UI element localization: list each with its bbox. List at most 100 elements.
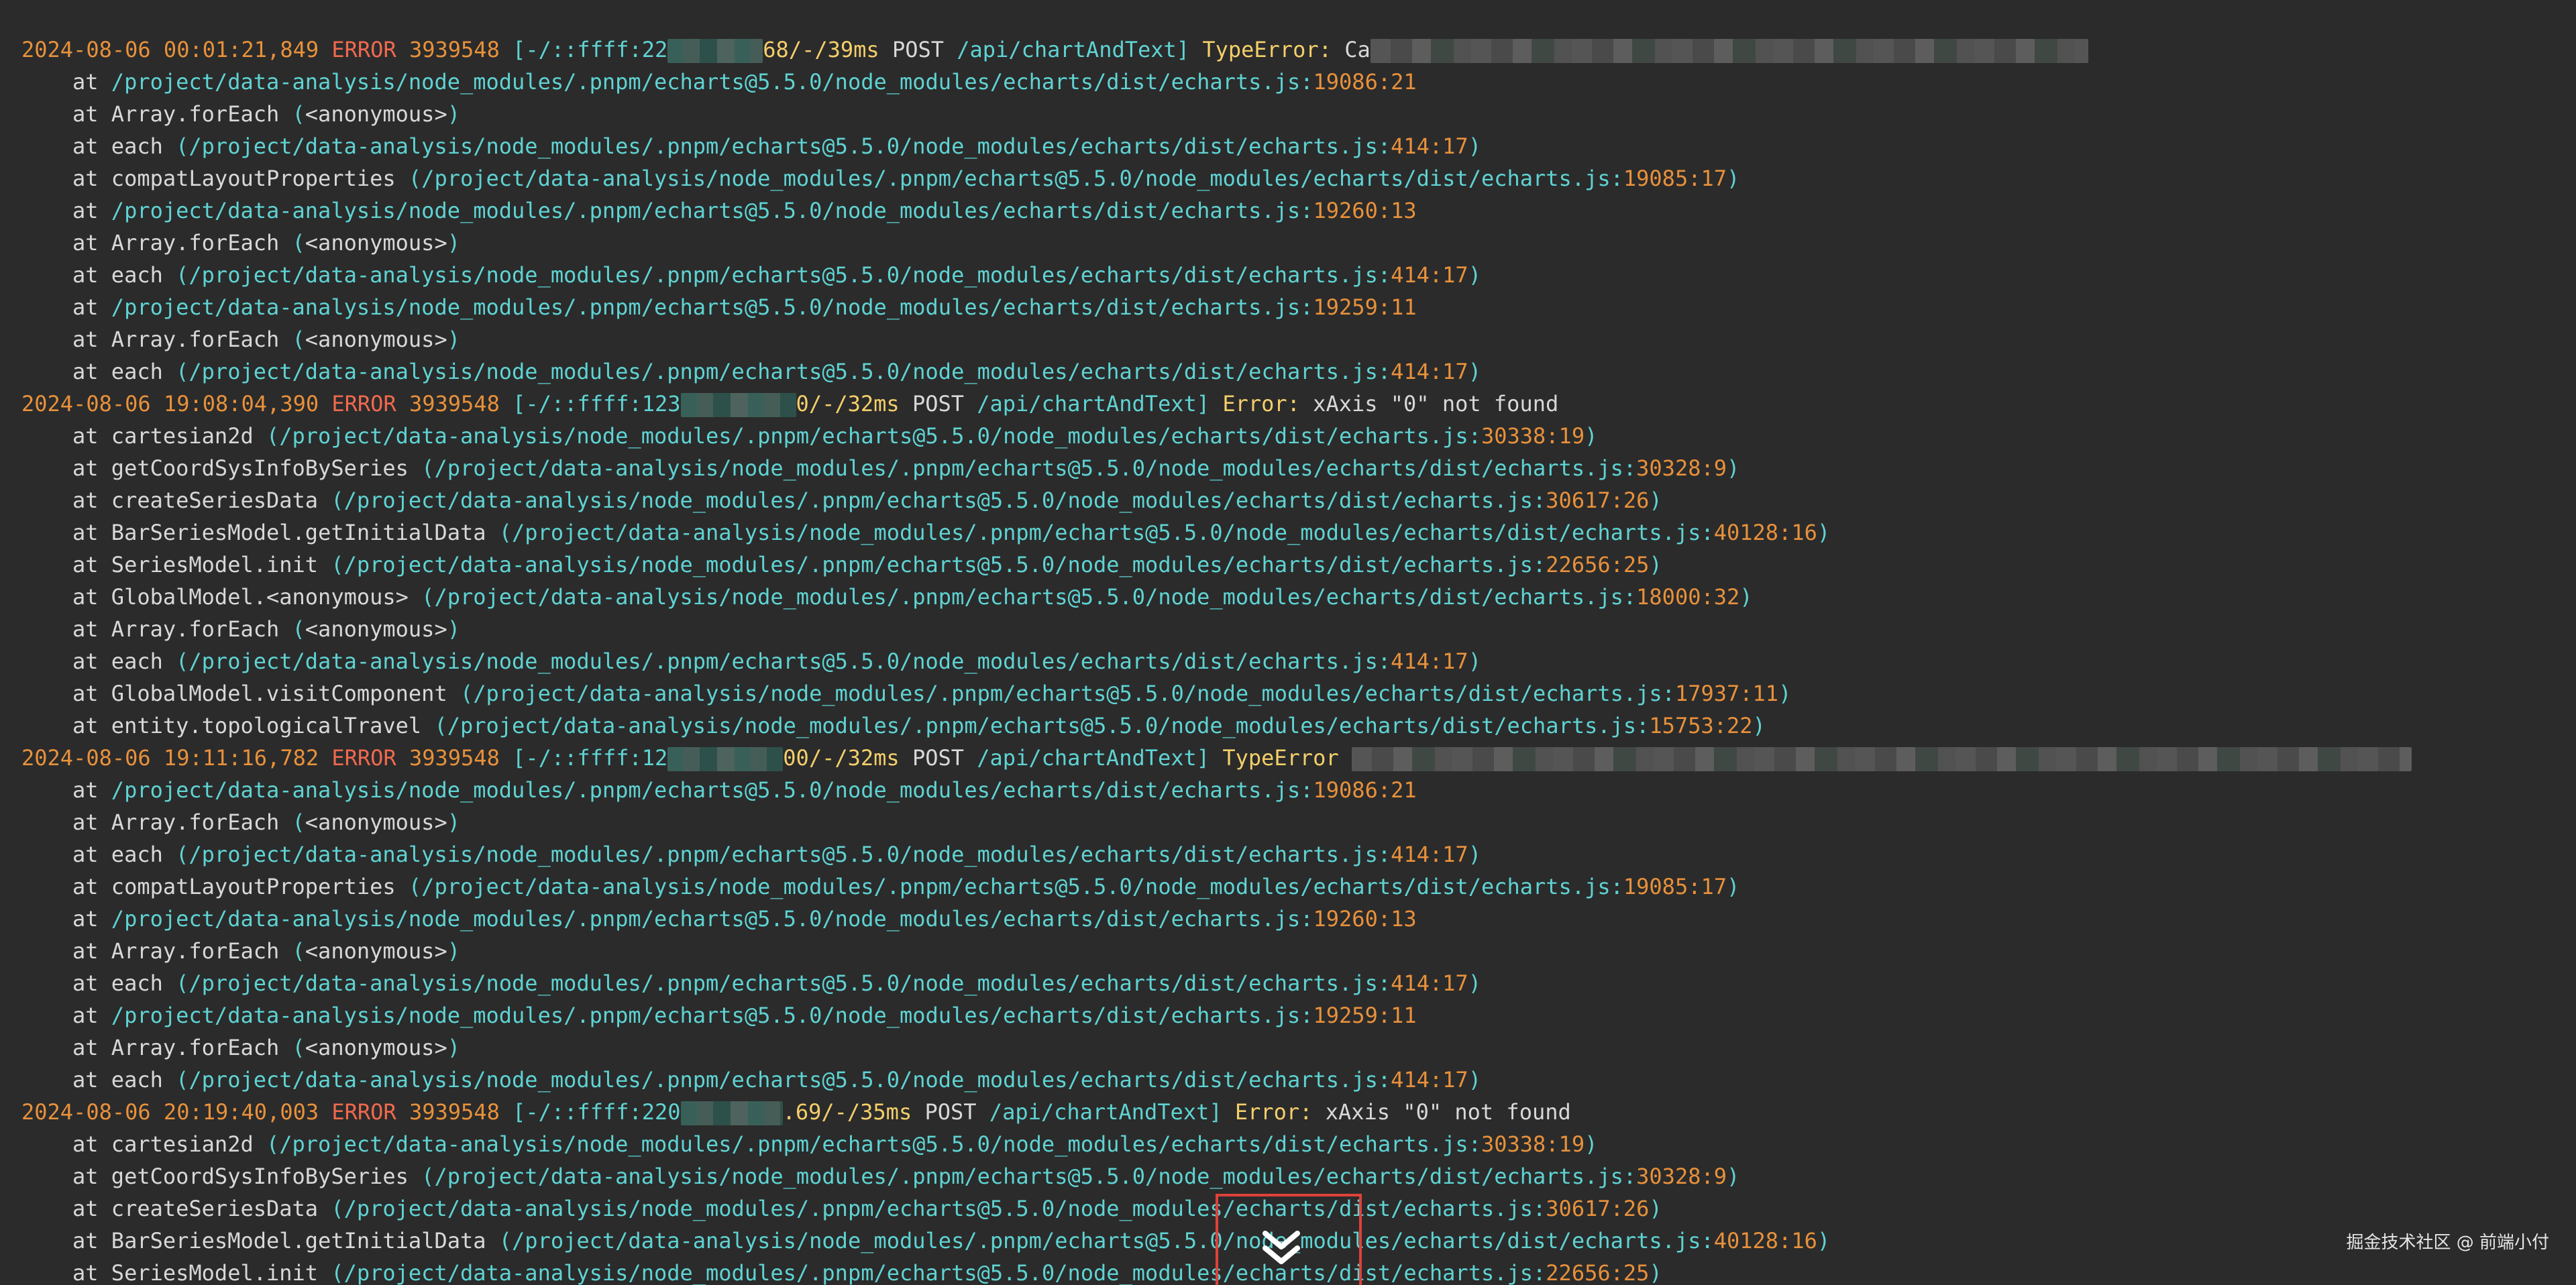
frame-path[interactable]: <anonymous> bbox=[305, 616, 447, 642]
frame-path[interactable]: <anonymous> bbox=[305, 230, 447, 256]
frame-path[interactable]: /project/data-analysis/node_modules/.pnp… bbox=[189, 262, 1391, 288]
stack-frame: at cartesian2d (/project/data-analysis/n… bbox=[72, 1131, 1598, 1157]
frame-line-col: 19085:17 bbox=[1623, 166, 1727, 191]
stack-frame: at /project/data-analysis/node_modules/.… bbox=[0, 774, 2576, 806]
frame-path[interactable]: /project/data-analysis/node_modules/.pnp… bbox=[111, 777, 1313, 803]
stack-frame: at each (/project/data-analysis/node_mod… bbox=[72, 649, 1481, 674]
frame-line-col: 40128:16 bbox=[1713, 520, 1817, 545]
terminal-output[interactable]: 2024-08-06 00:01:21,849 ERROR 3939548 [-… bbox=[0, 0, 2576, 1285]
frame-function: GlobalModel.<anonymous> bbox=[111, 584, 409, 610]
frame-at-keyword: at bbox=[72, 230, 111, 256]
frame-path[interactable]: <anonymous> bbox=[305, 938, 447, 964]
frame-line-col: 19085:17 bbox=[1623, 874, 1727, 899]
frame-at-keyword: at bbox=[72, 649, 111, 674]
stack-frame: at createSeriesData (/project/data-analy… bbox=[72, 488, 1662, 513]
frame-path[interactable]: /project/data-analysis/node_modules/.pnp… bbox=[279, 423, 1481, 449]
frame-path[interactable]: /project/data-analysis/node_modules/.pnp… bbox=[111, 69, 1313, 95]
frame-path[interactable]: /project/data-analysis/node_modules/.pnp… bbox=[111, 294, 1313, 320]
frame-line-col: 17937:11 bbox=[1674, 681, 1779, 706]
stack-frame: at cartesian2d (/project/data-analysis/n… bbox=[72, 423, 1598, 449]
frame-at-keyword: at bbox=[72, 1131, 111, 1157]
frame-function: cartesian2d bbox=[111, 1131, 254, 1157]
frame-path[interactable]: /project/data-analysis/node_modules/.pnp… bbox=[189, 133, 1391, 159]
frame-function: each bbox=[111, 842, 163, 867]
frame-path[interactable]: <anonymous> bbox=[305, 1035, 447, 1060]
frame-path[interactable]: /project/data-analysis/node_modules/.pnp… bbox=[111, 198, 1313, 223]
frame-at-keyword: at bbox=[72, 1164, 111, 1189]
scroll-to-bottom-button[interactable] bbox=[1254, 1225, 1308, 1272]
frame-at-keyword: at bbox=[72, 520, 111, 545]
frame-function: BarSeriesModel.getInitialData bbox=[111, 520, 486, 545]
frame-function: Array.forEach bbox=[111, 616, 280, 642]
stack-frame: at Array.forEach (<anonymous>) bbox=[72, 1035, 460, 1060]
frame-path[interactable]: /project/data-analysis/node_modules/.pnp… bbox=[434, 455, 1636, 481]
frame-at-keyword: at bbox=[72, 1228, 111, 1253]
frame-path[interactable]: /project/data-analysis/node_modules/.pnp… bbox=[344, 1260, 1546, 1285]
frame-path[interactable]: /project/data-analysis/node_modules/.pnp… bbox=[189, 1067, 1391, 1093]
frame-line-col: 19259:11 bbox=[1313, 294, 1417, 320]
stack-frame: at entity.topologicalTravel (/project/da… bbox=[72, 713, 1766, 738]
frame-function: cartesian2d bbox=[111, 423, 254, 449]
log-pid: 3939548 bbox=[409, 1099, 500, 1125]
request-path: /api/chartAndText] bbox=[957, 37, 1190, 62]
frame-path[interactable]: /project/data-analysis/node_modules/.pnp… bbox=[344, 1196, 1546, 1221]
request-suffix: .69/-/35ms bbox=[782, 1099, 912, 1125]
stack-frame: at GlobalModel.visitComponent (/project/… bbox=[72, 681, 1792, 706]
redacted-error-message bbox=[1351, 747, 2412, 771]
frame-path[interactable]: <anonymous> bbox=[305, 101, 447, 127]
frame-path[interactable]: /project/data-analysis/node_modules/.pnp… bbox=[434, 1164, 1636, 1189]
frame-at-keyword: at bbox=[72, 327, 111, 352]
frame-at-keyword: at bbox=[72, 455, 111, 481]
request-suffix: 68/-/39ms bbox=[763, 37, 879, 62]
frame-path[interactable]: /project/data-analysis/node_modules/.pnp… bbox=[421, 166, 1623, 191]
frame-path[interactable]: /project/data-analysis/node_modules/.pnp… bbox=[344, 488, 1546, 513]
frame-line-col: 15753:22 bbox=[1649, 713, 1753, 738]
frame-line-col: 30328:9 bbox=[1636, 455, 1727, 481]
frame-path[interactable]: /project/data-analysis/node_modules/.pnp… bbox=[189, 649, 1391, 674]
frame-function: Array.forEach bbox=[111, 1035, 280, 1060]
stack-frame: at each (/project/data-analysis/node_mod… bbox=[72, 842, 1481, 867]
frame-path[interactable]: /project/data-analysis/node_modules/.pnp… bbox=[512, 1228, 1714, 1253]
frame-path[interactable]: <anonymous> bbox=[305, 327, 447, 352]
stack-frame: at Array.forEach (<anonymous>) bbox=[72, 230, 460, 256]
frame-at-keyword: at bbox=[72, 1003, 111, 1028]
log-pid: 3939548 bbox=[409, 745, 500, 771]
frame-path[interactable]: /project/data-analysis/node_modules/.pnp… bbox=[189, 359, 1391, 384]
frame-path[interactable]: /project/data-analysis/node_modules/.pnp… bbox=[279, 1131, 1481, 1157]
frame-at-keyword: at bbox=[72, 101, 111, 127]
error-type: TypeError bbox=[1222, 745, 1339, 771]
frame-path[interactable]: /project/data-analysis/node_modules/.pnp… bbox=[344, 552, 1546, 577]
stack-frame: at Array.forEach (<anonymous>) bbox=[72, 938, 460, 964]
frame-function: SeriesModel.init bbox=[111, 1260, 319, 1285]
frame-path[interactable]: /project/data-analysis/node_modules/.pnp… bbox=[111, 906, 1313, 932]
frame-path[interactable]: /project/data-analysis/node_modules/.pnp… bbox=[189, 842, 1391, 867]
stack-frame: at GlobalModel.<anonymous> (/project/dat… bbox=[72, 584, 1753, 610]
stack-frame: at Array.forEach (<anonymous>) bbox=[72, 809, 460, 835]
frame-path[interactable]: /project/data-analysis/node_modules/.pnp… bbox=[189, 970, 1391, 996]
frame-at-keyword: at bbox=[72, 584, 111, 610]
frame-function: compatLayoutProperties bbox=[111, 166, 396, 191]
frame-path[interactable]: /project/data-analysis/node_modules/.pnp… bbox=[111, 1003, 1313, 1028]
frame-at-keyword: at bbox=[72, 262, 111, 288]
stack-frame: at each (/project/data-analysis/node_mod… bbox=[72, 359, 1481, 384]
double-chevron-down-icon bbox=[1263, 1231, 1300, 1264]
frame-path[interactable]: /project/data-analysis/node_modules/.pnp… bbox=[473, 681, 1675, 706]
frame-line-col: 414:17 bbox=[1391, 649, 1468, 674]
request-method: POST bbox=[924, 1099, 977, 1125]
frame-path[interactable]: /project/data-analysis/node_modules/.pnp… bbox=[434, 584, 1636, 610]
frame-function: getCoordSysInfoBySeries bbox=[111, 1164, 409, 1189]
stack-frame: at SeriesModel.init (/project/data-analy… bbox=[72, 552, 1662, 577]
frame-function: SeriesModel.init bbox=[111, 552, 319, 577]
frame-path[interactable]: /project/data-analysis/node_modules/.pnp… bbox=[421, 874, 1623, 899]
frame-line-col: 414:17 bbox=[1391, 133, 1468, 159]
frame-line-col: 30328:9 bbox=[1636, 1164, 1727, 1189]
frame-path[interactable]: /project/data-analysis/node_modules/.pnp… bbox=[447, 713, 1650, 738]
error-type: Error: bbox=[1222, 391, 1300, 416]
frame-path[interactable]: /project/data-analysis/node_modules/.pnp… bbox=[512, 520, 1714, 545]
request-prefix: [-/::ffff:123 bbox=[513, 391, 681, 416]
frame-path[interactable]: <anonymous> bbox=[305, 809, 447, 835]
log-level: ERROR bbox=[331, 745, 396, 771]
error-type: Error: bbox=[1234, 1099, 1313, 1125]
frame-function: Array.forEach bbox=[111, 809, 280, 835]
frame-line-col: 40128:16 bbox=[1713, 1228, 1817, 1253]
